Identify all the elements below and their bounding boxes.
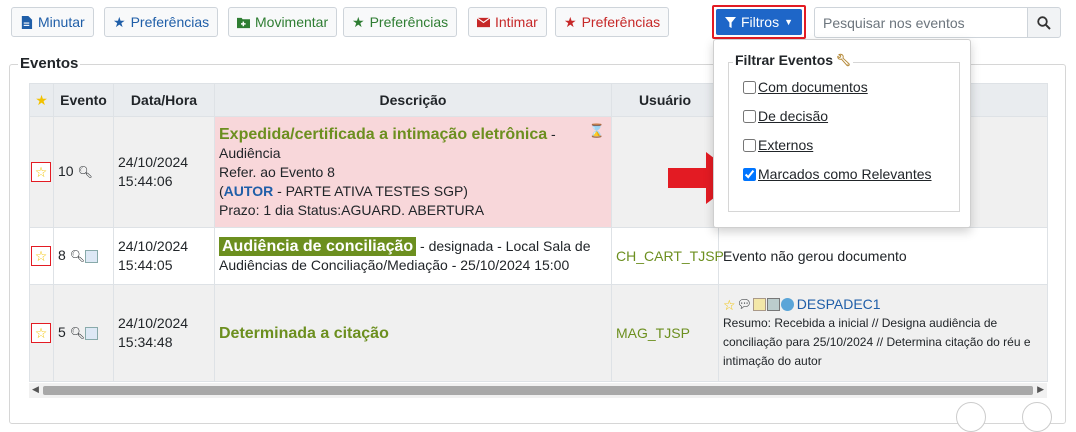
filter-checkbox[interactable] [743,138,756,152]
star-icon: ★ [564,14,577,30]
event-time: 15:34:48 [118,334,173,350]
folder-plus-icon [237,17,250,28]
preferences-label: Preferências [130,14,210,30]
scrollbar-thumb[interactable] [43,386,1033,395]
star-icon[interactable]: ☆ [723,298,736,312]
filtros-button[interactable]: Filtros ▼ [712,5,806,39]
search-button[interactable] [1027,7,1061,38]
event-user[interactable]: MAG_TJSP [611,284,719,382]
filter-checkbox[interactable] [743,167,756,181]
relevant-star-toggle[interactable]: ☆ [31,246,51,266]
event-date: 24/10/2024 [118,154,189,170]
relevance-column-header[interactable]: ★ [29,83,54,117]
magnifier-icon[interactable]: 🔍︎ [70,249,85,263]
note-icon[interactable] [84,249,98,263]
event-title: Audiência de conciliação [219,237,417,256]
filter-title: Filtrar Eventos 🔧︎ [733,52,854,68]
document-summary: Resumo: Recebida a inicial // Designa au… [723,316,1031,368]
star-icon: ★ [352,14,365,30]
star-icon: ☆ [34,325,48,341]
filter-icon [724,16,736,28]
filter-checkbox[interactable] [743,80,756,94]
scroll-left-icon[interactable]: ◀ [32,384,39,395]
filter-externos[interactable]: Externos [743,137,813,153]
circle-button[interactable] [1022,402,1052,432]
event-number: 5 [58,324,66,340]
event-title: Determinada a citação [219,324,389,342]
intimar-button[interactable]: Intimar [468,7,547,37]
circle-button[interactable] [956,402,986,432]
minutar-button[interactable]: Minutar [11,7,94,37]
filtros-label: Filtros [740,14,780,30]
movimentar-button[interactable]: Movimentar [228,7,338,37]
prazo-status: Prazo: 1 dia Status:AGUARD. ABERTURA [219,201,485,218]
event-user[interactable]: CH_CART_TJSP [611,227,724,285]
movimentar-label: Movimentar [255,14,329,30]
relevant-star-toggle[interactable]: ☆ [31,162,51,182]
magnifier-icon[interactable]: 🔍︎ [70,326,85,340]
description-column-header[interactable]: Descrição [214,83,612,117]
filter-checkbox[interactable] [743,109,756,123]
table-row: ☆ 5 🔍︎ 24/10/2024 15:34:48 Determinada a … [29,284,1048,382]
star-icon: ★ [113,14,126,30]
note-icon[interactable] [84,326,98,340]
filter-com-documentos[interactable]: Com documentos [743,79,868,95]
globe-icon[interactable] [780,298,794,311]
minutar-label: Minutar [38,14,85,30]
relevant-star-toggle[interactable]: ☆ [31,323,51,343]
event-date: 24/10/2024 [118,238,189,254]
horizontal-scrollbar[interactable]: ◀ ▶ [29,383,1047,398]
event-time: 15:44:05 [118,257,173,273]
events-legend: Eventos [18,55,81,72]
caret-down-icon: ▼ [784,17,794,27]
filter-marcados-relevantes[interactable]: Marcados como Relevantes [743,166,932,182]
document-icon [21,15,33,29]
event-line: Refer. ao Evento 8 [219,163,335,180]
event-column-header[interactable]: Evento [53,83,114,117]
event-line: Audiência [219,144,281,161]
preferences-label: Preferências [369,14,449,30]
intimar-label: Intimar [495,14,538,30]
event-doc-note: Evento não gerou documento [718,227,1048,285]
user-column-header[interactable]: Usuário [611,83,719,117]
filter-dropdown: Filtrar Eventos 🔧︎ Com documentos De dec… [713,39,971,228]
envelope-icon [477,16,490,27]
event-date: 24/10/2024 [118,315,189,331]
autor-label: AUTOR [223,182,274,199]
star-icon: ☆ [34,164,48,180]
preferences-label: Preferências [581,14,661,30]
event-number: 8 [58,247,66,263]
hourglass-icon: ⌛ [588,123,605,138]
filter-de-decisao[interactable]: De decisão [743,108,828,124]
wrench-icon: 🔧︎ [836,53,852,67]
event-time: 15:44:06 [118,173,173,189]
minutar-preferences-button[interactable]: ★ Preferências [104,7,219,37]
document-link[interactable]: DESPADEC1 [797,295,881,314]
scroll-right-icon[interactable]: ▶ [1037,384,1044,395]
star-icon: ☆ [34,248,48,264]
magnifier-icon[interactable]: 🔍︎ [77,165,92,179]
event-number: 10 [58,163,74,179]
datetime-column-header[interactable]: Data/Hora [113,83,215,117]
edit-icon[interactable] [752,298,766,311]
intimar-preferences-button[interactable]: ★ Preferências [555,7,670,37]
table-row: ☆ 8 🔍︎ 24/10/2024 15:44:05 Audiência de c… [29,227,1048,285]
event-title: Expedida/certificada a intimação eletrôn… [219,125,548,143]
movimentar-preferences-button[interactable]: ★ Preferências [343,7,458,37]
comment-icon[interactable]: 💬︎ [737,295,752,314]
computer-icon[interactable] [766,298,780,311]
search-input[interactable] [814,7,1028,38]
search-icon [1037,15,1051,30]
star-icon: ★ [35,92,48,108]
